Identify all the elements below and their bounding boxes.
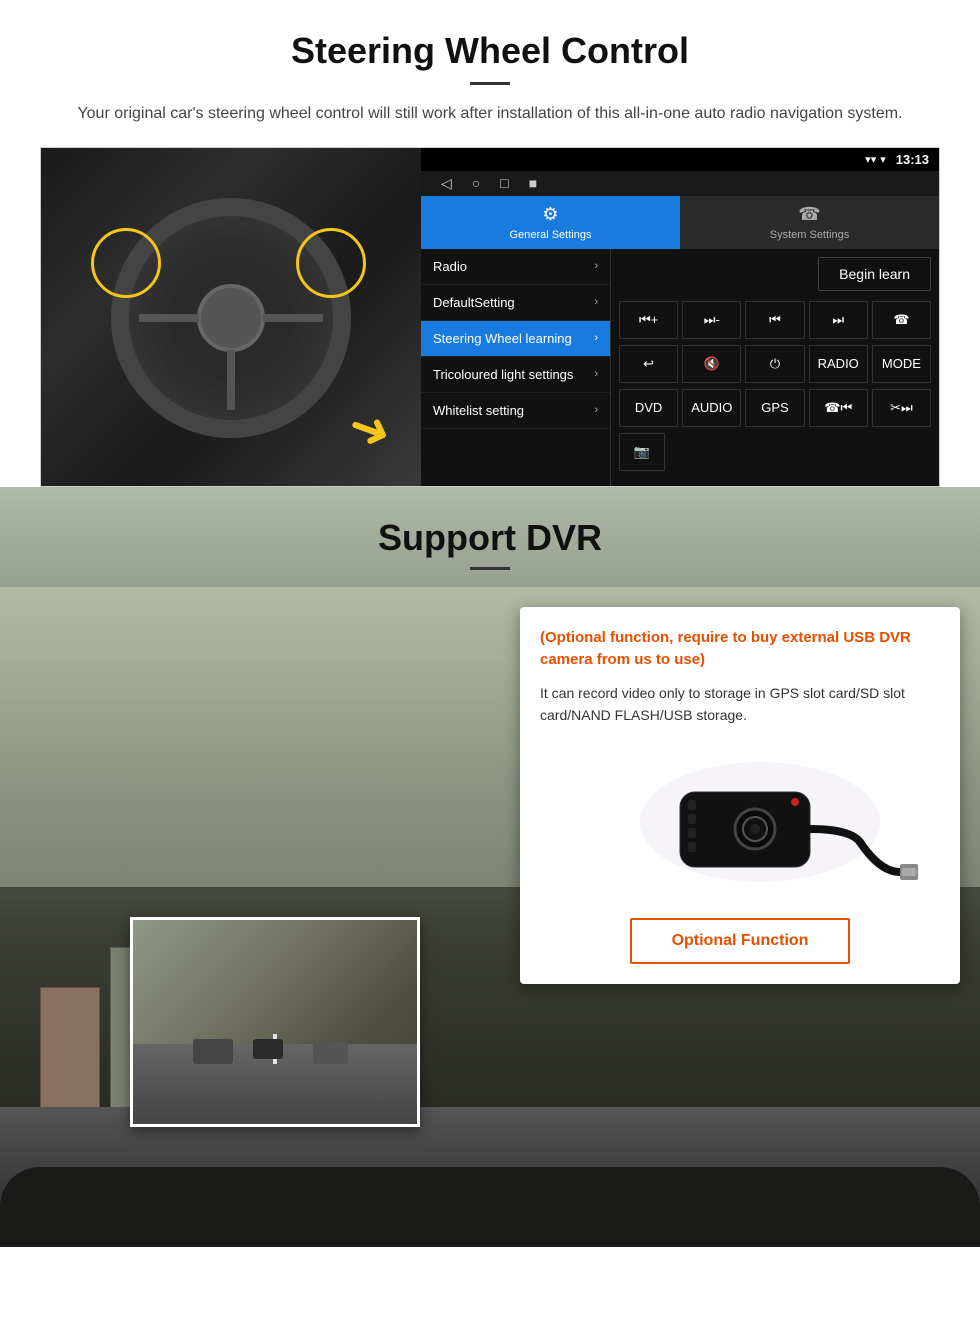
page-title: Steering Wheel Control — [40, 30, 940, 72]
ctrl-gps[interactable]: GPS — [745, 389, 804, 427]
optional-function-button[interactable]: Optional Function — [630, 918, 851, 964]
menu-item-whitelist[interactable]: Whitelist setting › — [421, 393, 610, 429]
dvr-camera-svg — [560, 742, 920, 902]
dvr-optional-text: (Optional function, require to buy exter… — [540, 627, 940, 672]
control-panel: Begin learn ⏮+ ⏭- ⏮ ⏭ ☎ ↩ 🔇 ⏻ RADIO — [611, 249, 939, 486]
ctrl-row-1: ⏮+ ⏭- ⏮ ⏭ ☎ — [619, 301, 931, 339]
chevron-icon: › — [594, 368, 598, 380]
arrow-indicator: ➜ — [340, 394, 399, 463]
dvr-section: Support DVR (Opt — [0, 487, 980, 1247]
spoke-bottom — [227, 350, 235, 410]
home-btn[interactable]: ○ — [472, 175, 480, 192]
ctrl-vol-down[interactable]: ⏭- — [682, 301, 741, 339]
title-divider — [470, 82, 510, 85]
steering-photo: ➜ — [41, 148, 421, 487]
tab-general-label: General Settings — [510, 229, 592, 241]
menu-item-defaultsetting[interactable]: DefaultSetting › — [421, 285, 610, 321]
dvr-title-area: Support DVR — [0, 487, 980, 590]
begin-learn-button[interactable]: Begin learn — [818, 257, 931, 291]
menu-item-radio[interactable]: Radio › — [421, 249, 610, 285]
dvr-title-divider — [470, 567, 510, 570]
settings-tabs: ⚙ General Settings ☎ System Settings — [421, 196, 939, 249]
ctrl-row-4: 📷 — [619, 433, 931, 471]
section-subtitle: Your original car's steering wheel contr… — [40, 101, 940, 127]
settings-menu: Radio › DefaultSetting › Steering Wheel … — [421, 249, 939, 486]
android-ui: ▾▾ ▾ 13:13 ◁ ○ □ ■ ⚙ General Settings ☎ … — [421, 148, 939, 486]
ctrl-mode[interactable]: MODE — [872, 345, 931, 383]
menu-item-steering-wheel[interactable]: Steering Wheel learning › — [421, 321, 610, 357]
chevron-icon: › — [594, 404, 598, 416]
spoke-left — [139, 314, 199, 322]
dvr-product-image — [540, 742, 940, 902]
ctrl-camera[interactable]: 📷 — [619, 433, 665, 471]
signal-icon: ▾▾ — [865, 153, 876, 166]
menu-item-tricoloured[interactable]: Tricoloured light settings › — [421, 357, 610, 393]
dvr-title: Support DVR — [0, 517, 980, 559]
ctrl-phone-prev[interactable]: ☎⏮ — [809, 389, 868, 427]
ctrl-power[interactable]: ⏻ — [745, 345, 804, 383]
dvr-description: It can record video only to storage in G… — [540, 682, 940, 727]
menu-list: Radio › DefaultSetting › Steering Wheel … — [421, 249, 611, 486]
chevron-icon: › — [594, 332, 598, 344]
gear-icon: ⚙ — [542, 204, 558, 225]
system-icon: ☎ — [798, 204, 820, 225]
dvr-thumbnail — [130, 917, 420, 1127]
chevron-icon: › — [594, 260, 598, 272]
ctrl-prev[interactable]: ⏮ — [745, 301, 804, 339]
highlight-left — [91, 228, 161, 298]
tab-general-settings[interactable]: ⚙ General Settings — [421, 196, 680, 249]
wifi-icon: ▾ — [880, 153, 886, 166]
menu-item-tricoloured-label: Tricoloured light settings — [433, 367, 573, 382]
ctrl-vol-up[interactable]: ⏮+ — [619, 301, 678, 339]
menu-btn[interactable]: ■ — [529, 175, 537, 192]
ctrl-row-2: ↩ 🔇 ⏻ RADIO MODE — [619, 345, 931, 383]
ctrl-skip-next[interactable]: ✂⏭ — [872, 389, 931, 427]
menu-item-default-label: DefaultSetting — [433, 295, 515, 310]
ctrl-mute[interactable]: 🔇 — [682, 345, 741, 383]
ctrl-dvd[interactable]: DVD — [619, 389, 678, 427]
menu-item-steering-label: Steering Wheel learning — [433, 331, 572, 346]
chevron-icon: › — [594, 296, 598, 308]
spoke-right — [263, 314, 323, 322]
android-nav-bar: ◁ ○ □ ■ — [421, 171, 939, 196]
ctrl-top-row: Begin learn — [619, 257, 931, 291]
recents-btn[interactable]: □ — [500, 175, 508, 192]
dvr-background: Support DVR (Opt — [0, 487, 980, 1247]
tab-system-settings[interactable]: ☎ System Settings — [680, 196, 939, 249]
ctrl-next[interactable]: ⏭ — [809, 301, 868, 339]
statusbar: ▾▾ ▾ 13:13 — [421, 148, 939, 171]
menu-item-radio-label: Radio — [433, 259, 467, 274]
highlight-right — [296, 228, 366, 298]
dashboard-bottom — [0, 1167, 980, 1247]
menu-item-whitelist-label: Whitelist setting — [433, 403, 524, 418]
ctrl-call[interactable]: ☎ — [872, 301, 931, 339]
ctrl-hang[interactable]: ↩ — [619, 345, 678, 383]
status-time: 13:13 — [896, 152, 929, 167]
ctrl-radio[interactable]: RADIO — [809, 345, 868, 383]
back-btn[interactable]: ◁ — [441, 175, 452, 192]
ctrl-row-3: DVD AUDIO GPS ☎⏮ ✂⏭ — [619, 389, 931, 427]
dvr-info-card: (Optional function, require to buy exter… — [520, 607, 960, 985]
steering-section: Steering Wheel Control Your original car… — [0, 0, 980, 487]
steering-composite: ➜ ▾▾ ▾ 13:13 ◁ ○ □ ■ ⚙ General Settings — [40, 147, 940, 487]
tab-system-label: System Settings — [770, 229, 849, 241]
ctrl-audio[interactable]: AUDIO — [682, 389, 741, 427]
